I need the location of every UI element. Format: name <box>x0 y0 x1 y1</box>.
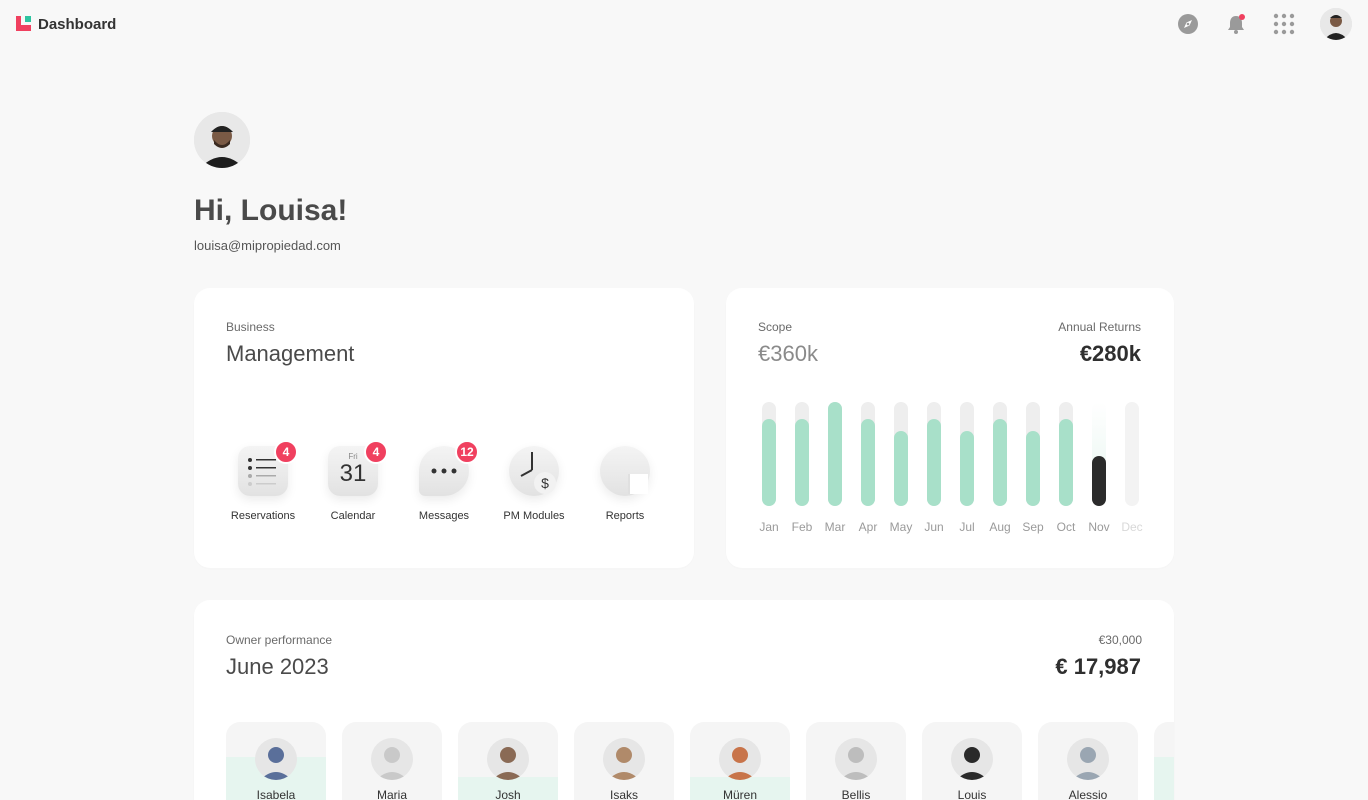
bar-mar[interactable] <box>828 402 842 506</box>
owner-tile[interactable]: Bellis <box>806 722 906 800</box>
management-overline: Business <box>226 320 275 334</box>
month-label-jan: Jan <box>759 520 779 534</box>
module-messages[interactable]: 12 Messages <box>404 440 484 522</box>
clock-dollar-icon: $ <box>509 446 559 496</box>
owner-avatar <box>1067 738 1109 780</box>
apps-grid-icon[interactable] <box>1272 12 1296 36</box>
month-label-apr: Apr <box>858 520 878 534</box>
owner-name: Isaks <box>609 788 638 800</box>
bar-feb[interactable] <box>795 419 809 506</box>
messages-badge: 12 <box>455 440 479 464</box>
owner-tile[interactable]: Alessio <box>1038 722 1138 800</box>
scope-label: Scope <box>758 320 793 334</box>
calendar-icon: Fri 31 4 <box>328 440 388 496</box>
month-label-oct: Oct <box>1056 520 1076 534</box>
annual-returns-label: Annual Returns <box>1058 320 1141 334</box>
bar-sep[interactable] <box>1026 431 1040 506</box>
bar-oct[interactable] <box>1059 419 1073 506</box>
annual-returns-value: €280k <box>1079 341 1141 366</box>
month-label-feb: Feb <box>791 520 813 534</box>
owner-value: € 17,987 <box>1055 654 1141 679</box>
month-label-jul: Jul <box>959 520 975 534</box>
bar-may[interactable] <box>894 431 908 506</box>
pie-icon <box>600 446 650 496</box>
calendar-badge: 4 <box>364 440 388 464</box>
owner-label: Owner performance <box>226 633 333 647</box>
greeting: Hi, Louisa! <box>194 194 348 227</box>
reservations-badge: 4 <box>274 440 298 464</box>
owner-name: Bellis <box>841 788 871 800</box>
owner-avatar <box>371 738 413 780</box>
bell-icon[interactable] <box>1224 12 1248 36</box>
owner-avatar <box>951 738 993 780</box>
owner-tile[interactable]: Louis <box>922 722 1022 800</box>
owner-tile-partial <box>1154 722 1174 800</box>
owner-avatar <box>603 738 645 780</box>
owner-performance-card <box>194 600 1174 800</box>
owner-name: Louis <box>957 788 987 800</box>
owner-avatar <box>835 738 877 780</box>
profile-avatar <box>194 112 250 168</box>
owner-target: €30,000 <box>1098 633 1142 647</box>
month-label-mar: Mar <box>824 520 846 534</box>
month-label-jun: Jun <box>924 520 944 534</box>
owner-tile[interactable]: Isabela <box>226 722 326 800</box>
owner-tile[interactable]: Isaks <box>574 722 674 800</box>
bar-aug[interactable] <box>993 419 1007 506</box>
app-logo[interactable] <box>16 16 31 31</box>
module-label: Reports <box>605 510 645 522</box>
month-label-may: May <box>889 520 913 534</box>
module-label: PM Modules <box>503 510 565 522</box>
module-pm[interactable]: $ PM Modules <box>494 446 574 522</box>
owner-name: Alessio <box>1068 788 1108 800</box>
month-label-dec: Dec <box>1121 520 1143 534</box>
month-label-sep: Sep <box>1022 520 1044 534</box>
bar-apr[interactable] <box>861 419 875 506</box>
module-label: Messages <box>418 510 470 522</box>
chat-icon: 12 <box>419 440 479 496</box>
owner-period: June 2023 <box>226 654 329 679</box>
owner-avatar <box>487 738 529 780</box>
owner-tile[interactable]: Josh <box>458 722 558 800</box>
bar-jun[interactable] <box>927 419 941 506</box>
module-calendar[interactable]: Fri 31 4 Calendar <box>313 440 393 522</box>
owner-tile[interactable]: Müren <box>690 722 790 800</box>
user-avatar[interactable] <box>1320 8 1352 40</box>
owner-name: Josh <box>495 788 521 800</box>
top-bar: Dashboard <box>0 0 1368 48</box>
module-label: Reservations <box>230 510 296 522</box>
svg-text:$: $ <box>541 475 549 491</box>
owner-tile[interactable]: Maria <box>342 722 442 800</box>
bar-jul[interactable] <box>960 431 974 506</box>
calendar-date: 31 <box>339 460 367 487</box>
owner-name: Isabela <box>256 788 296 800</box>
explore-icon[interactable] <box>1176 12 1200 36</box>
module-label: Calendar <box>330 510 376 522</box>
month-label-nov: Nov <box>1088 520 1110 534</box>
management-title: Management <box>226 341 355 366</box>
app-title[interactable]: Dashboard <box>38 16 116 33</box>
bar-track-dec <box>1125 402 1139 506</box>
bar-jan[interactable] <box>762 419 776 506</box>
module-reports[interactable]: Reports <box>585 446 665 522</box>
owner-avatar <box>255 738 297 780</box>
month-label-aug: Aug <box>989 520 1011 534</box>
owner-name: Müren <box>722 788 757 800</box>
scope-value: €360k <box>758 341 818 366</box>
module-reservations[interactable]: 4 Reservations <box>223 440 303 522</box>
list-icon: 4 <box>238 440 298 496</box>
owner-avatar <box>719 738 761 780</box>
owner-name: Maria <box>376 788 407 800</box>
user-email: louisa@mipropiedad.com <box>194 238 341 253</box>
bar-nov[interactable] <box>1092 456 1106 506</box>
